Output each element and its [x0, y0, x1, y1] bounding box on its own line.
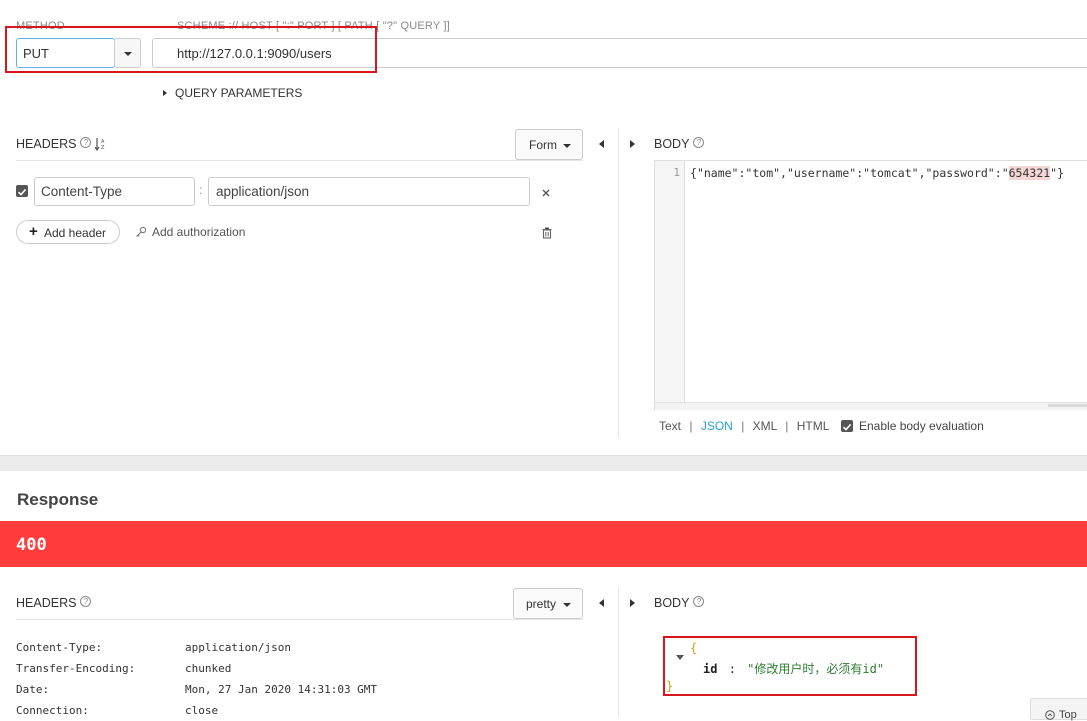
response-body-title-text: BODY	[654, 596, 690, 610]
headers-form-button[interactable]: Form	[515, 129, 583, 160]
add-header-label: Add header	[44, 226, 107, 240]
panel-splitter[interactable]	[618, 128, 619, 438]
status-code: 400	[16, 535, 47, 555]
enable-eval-label: Enable body evaluation	[859, 419, 984, 433]
divider	[16, 160, 583, 161]
highlight-box-response	[663, 636, 917, 696]
help-icon[interactable]: ?	[80, 137, 92, 148]
collapse-left-arrow[interactable]	[599, 140, 604, 148]
divider	[16, 619, 583, 620]
response-header-row: Transfer-Encoding: chunked	[16, 658, 377, 679]
response-title: Response	[17, 490, 99, 509]
add-authorization-label: Add authorization	[152, 225, 246, 239]
response-headers-title: HEADERS?	[16, 596, 92, 610]
pretty-button-label: pretty	[526, 597, 557, 611]
response-header-row: Connection: close	[16, 700, 377, 721]
response-header-value: close	[185, 704, 219, 717]
format-text[interactable]: Text	[659, 419, 681, 433]
json-comma: ,	[918, 166, 926, 180]
response-header-row: Content-Type: application/json	[16, 637, 377, 658]
json-string-highlight: 654321	[1008, 166, 1051, 180]
body-code-line: {"name":"tom","username":"tomcat","passw…	[690, 166, 1064, 180]
headers-form-button-label: Form	[529, 138, 557, 152]
status-bar: 400	[0, 521, 1087, 567]
format-separator: |	[689, 419, 693, 433]
json-quote: "	[1001, 166, 1009, 180]
json-key: "password"	[925, 166, 995, 180]
remove-header-icon[interactable]	[541, 185, 551, 203]
expand-right-arrow[interactable]	[630, 140, 635, 148]
json-comma: ,	[780, 166, 787, 180]
json-brace: }	[1057, 166, 1065, 180]
json-brace: {	[690, 166, 697, 180]
json-string: "tomcat"	[863, 166, 919, 180]
svg-text:Z: Z	[101, 145, 105, 151]
enable-eval-checkbox[interactable]	[841, 420, 853, 432]
response-header-name: Content-Type:	[16, 641, 103, 654]
arrow-up-icon	[1045, 710, 1055, 720]
panel-splitter[interactable]	[618, 587, 619, 717]
key-icon	[136, 226, 147, 237]
plus-icon: +	[29, 223, 38, 240]
pretty-button[interactable]: pretty	[513, 588, 583, 619]
header-name-input[interactable]: Content-Type	[34, 177, 195, 206]
trash-icon[interactable]	[542, 226, 552, 244]
response-headers-title-text: HEADERS	[16, 596, 77, 610]
response-header-name: Connection:	[16, 704, 89, 717]
expand-right-arrow[interactable]	[630, 599, 635, 607]
chevron-down-icon	[563, 603, 571, 607]
request-body-editor[interactable]: 1 {"name":"tom","username":"tomcat","pas…	[654, 160, 1087, 410]
json-colon: :	[994, 166, 1002, 180]
format-separator: |	[785, 419, 789, 433]
json-string: "tom"	[745, 166, 781, 180]
help-icon[interactable]: ?	[693, 137, 705, 148]
add-authorization-link[interactable]: Add authorization	[135, 225, 245, 239]
response-body-title: BODY?	[654, 596, 705, 610]
highlight-box-request	[5, 26, 377, 73]
query-parameters-toggle[interactable]: QUERY PARAMETERS	[163, 86, 302, 100]
chevron-down-icon	[563, 144, 571, 148]
help-icon[interactable]: ?	[80, 596, 92, 607]
header-name-value: Content-Type	[41, 184, 123, 199]
format-html[interactable]: HTML	[797, 419, 830, 433]
header-separator: :	[199, 183, 203, 197]
request-headers-title: HEADERS?	[16, 137, 92, 151]
scrollbar-thumb[interactable]	[1048, 404, 1087, 407]
query-parameters-label: QUERY PARAMETERS	[175, 86, 303, 100]
header-enabled-checkbox[interactable]	[16, 185, 28, 197]
chevron-right-icon	[163, 90, 167, 96]
line-number: 1	[673, 166, 680, 179]
response-header-name: Date:	[16, 683, 50, 696]
request-body-title: BODY?	[654, 137, 705, 151]
format-xml[interactable]: XML	[753, 419, 777, 433]
add-header-button[interactable]: + Add header	[16, 220, 120, 244]
collapse-left-arrow[interactable]	[599, 599, 604, 607]
help-icon[interactable]: ?	[693, 596, 705, 607]
editor-scrollbar[interactable]	[655, 402, 1087, 410]
response-header-name: Transfer-Encoding:	[16, 662, 136, 675]
header-value-input[interactable]: application/json	[208, 177, 530, 206]
request-body-title-text: BODY	[654, 137, 690, 151]
response-header-row: Date: Mon, 27 Jan 2020 14:31:03 GMT	[16, 679, 377, 700]
editor-gutter: 1	[655, 161, 685, 409]
response-header-value: application/json	[185, 641, 291, 654]
response-header-value: chunked	[185, 662, 232, 675]
back-to-top-label: Top	[1059, 709, 1077, 721]
sort-icon[interactable]: AZ	[94, 137, 107, 153]
response-headers-list: Content-Type: application/json Transfer-E…	[16, 637, 377, 721]
format-json[interactable]: JSON	[701, 419, 733, 433]
format-separator: |	[741, 419, 745, 433]
section-separator	[0, 455, 1087, 471]
request-headers-title-text: HEADERS	[16, 137, 77, 151]
response-header-value: Mon, 27 Jan 2020 14:31:03 GMT	[185, 683, 378, 696]
json-key: "name"	[696, 166, 739, 180]
header-value-value: application/json	[216, 184, 310, 199]
json-key: "username"	[786, 166, 857, 180]
body-format-bar: Text | JSON | XML | HTML	[659, 419, 829, 433]
